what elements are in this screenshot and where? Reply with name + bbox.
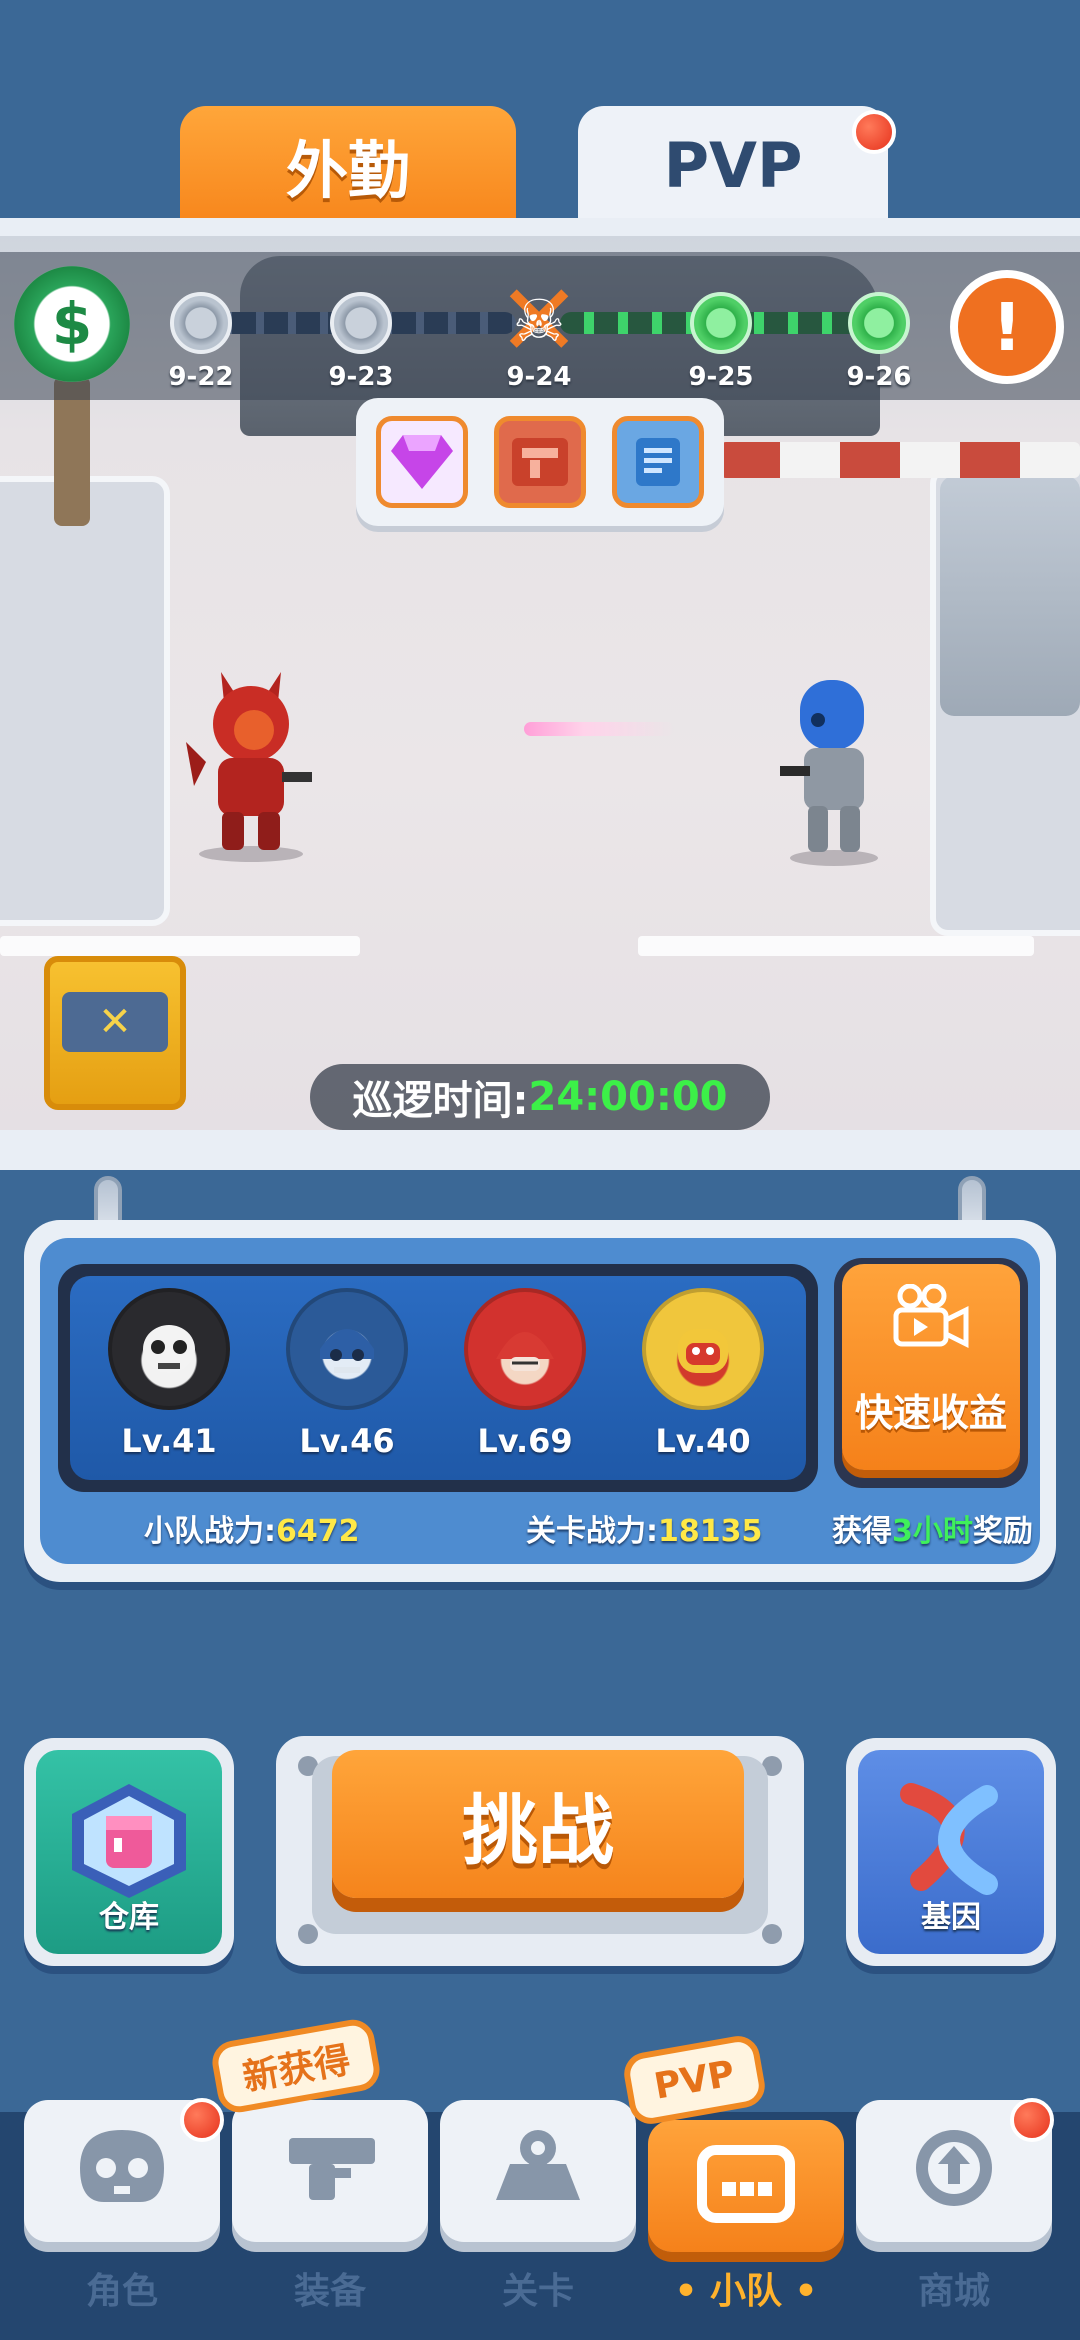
patrol-timer-value: 24:00:00 xyxy=(528,1074,728,1120)
reaper-avatar xyxy=(108,1288,230,1410)
hero-slot-1[interactable]: Lv.41 xyxy=(104,1288,234,1460)
boss-stage-node[interactable]: ✕ ☠ xyxy=(496,271,582,371)
chest-lock-icon: ✕ xyxy=(62,992,168,1052)
squad-power-label: 小队战力: xyxy=(144,1514,276,1549)
nav-equipment[interactable] xyxy=(232,2100,428,2242)
stage-node-9-23[interactable] xyxy=(330,292,392,354)
challenge-button[interactable]: 挑战 xyxy=(332,1750,744,1898)
stage-label: 9-23 xyxy=(328,362,394,392)
reward-hours: 3小时 xyxy=(892,1514,973,1549)
blue-helmet-avatar xyxy=(286,1288,408,1410)
stage-power-value: 18135 xyxy=(658,1514,763,1549)
hero-level: Lv.41 xyxy=(121,1422,217,1460)
stage-label: 9-22 xyxy=(168,362,234,392)
squad-power: 小队战力:6472 xyxy=(144,1506,360,1550)
red-devil-character xyxy=(186,662,316,862)
stage-label: 9-24 xyxy=(506,362,572,392)
challenge-label: 挑战 xyxy=(462,1786,614,1875)
tab-patrol-label: 外勤 xyxy=(285,134,410,207)
nav-squad-label-text: 小队 xyxy=(709,2271,782,2312)
gem-icon[interactable] xyxy=(376,416,468,508)
equipment-card-icon[interactable] xyxy=(494,416,586,508)
curb-left xyxy=(0,476,170,926)
hero-level: Lv.69 xyxy=(477,1422,573,1460)
nav-equipment-label: 装备 xyxy=(293,2271,366,2312)
gene-button[interactable]: 基因 xyxy=(846,1738,1056,1966)
quick-earnings-label: 快速收益 xyxy=(854,1391,1007,1435)
nav-squad-label: • 小队 • xyxy=(674,2271,818,2312)
stage-node-9-25[interactable] xyxy=(690,292,752,354)
warehouse-button[interactable]: 仓库 xyxy=(24,1738,234,1966)
hero-level: Lv.46 xyxy=(299,1422,395,1460)
stage-label: 9-25 xyxy=(688,362,754,392)
hero-slot-3[interactable]: Lv.69 xyxy=(460,1288,590,1460)
nav-squad[interactable] xyxy=(648,2120,844,2252)
dollar-coin-icon[interactable]: $ xyxy=(14,266,130,382)
treasure-chest-icon[interactable]: ✕ xyxy=(44,956,186,1110)
guard-booth xyxy=(940,476,1080,716)
nav-stage[interactable] xyxy=(440,2100,636,2242)
gene-button-face: 基因 xyxy=(858,1750,1044,1954)
alert-icon[interactable]: ! xyxy=(950,270,1064,384)
road-barrier xyxy=(720,442,1080,478)
character-notification-dot xyxy=(180,2098,224,2142)
patrol-timer-label: 巡逻时间: xyxy=(352,1078,529,1124)
tab-pvp[interactable]: PVP xyxy=(578,106,888,224)
squad-icon xyxy=(648,2144,844,2242)
road-line-right xyxy=(638,936,1034,956)
hero-slot-2[interactable]: Lv.46 xyxy=(282,1288,412,1460)
equipment-icon xyxy=(232,2124,428,2226)
tab-patrol[interactable]: 外勤 xyxy=(180,106,516,224)
warehouse-button-face: 仓库 xyxy=(36,1750,222,1954)
tab-pvp-label: PVP xyxy=(663,128,803,202)
shop-notification-dot xyxy=(1010,2098,1054,2142)
reward-prefix: 获得 xyxy=(832,1514,892,1549)
road-line-left xyxy=(0,936,360,956)
yellow-monster-avatar xyxy=(642,1288,764,1410)
stage-node-9-22[interactable] xyxy=(170,292,232,354)
warehouse-label: 仓库 xyxy=(99,1900,159,1935)
red-hood-avatar xyxy=(464,1288,586,1410)
hero-slot-4[interactable]: Lv.40 xyxy=(638,1288,768,1460)
blue-robot-character xyxy=(780,676,884,866)
stage-node-9-26[interactable] xyxy=(848,292,910,354)
stage-power: 关卡战力:18135 xyxy=(526,1506,762,1550)
bullet-trail xyxy=(524,722,674,736)
stage-label: 9-26 xyxy=(846,362,912,392)
stage-power-label: 关卡战力: xyxy=(526,1514,658,1549)
patrol-timer: 巡逻时间: 24:00:00 xyxy=(310,1064,770,1130)
skull-icon: ☠ xyxy=(513,287,565,355)
pvp-notification-dot xyxy=(852,110,896,154)
screw xyxy=(298,1924,318,1944)
quick-reward-info: 获得3小时奖励 xyxy=(832,1506,1033,1550)
scroll-icon[interactable] xyxy=(612,416,704,508)
screw xyxy=(762,1924,782,1944)
gene-label: 基因 xyxy=(921,1900,981,1935)
stage-reward-popup xyxy=(356,398,724,526)
hero-level: Lv.40 xyxy=(655,1422,751,1460)
map-icon xyxy=(440,2124,636,2226)
nav-shop-label: 商城 xyxy=(917,2271,990,2312)
squad-power-value: 6472 xyxy=(276,1514,360,1549)
video-camera-icon xyxy=(890,1283,970,1365)
nav-character-label: 角色 xyxy=(85,2271,158,2312)
nav-stage-label: 关卡 xyxy=(501,2271,574,2312)
reward-suffix: 奖励 xyxy=(972,1514,1033,1549)
